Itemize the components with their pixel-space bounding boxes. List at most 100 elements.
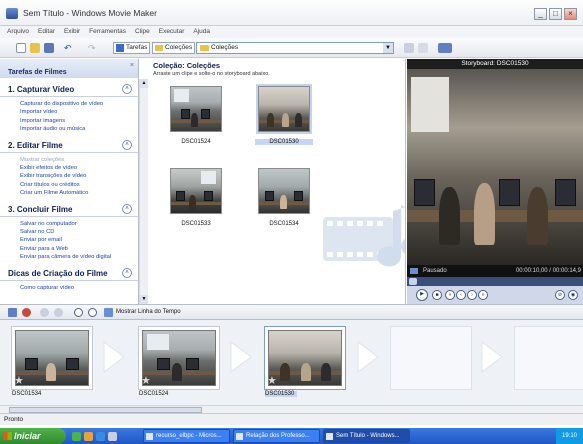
empty-storyboard-slot[interactable] [514,326,583,390]
start-button[interactable]: Iniciar [0,428,66,444]
task-link[interactable]: Enviar para câmera de vídeo digital [20,253,138,261]
up-one-level-icon[interactable] [404,43,414,53]
collection-clip[interactable]: DSC01524 [167,84,225,145]
view-options-icon[interactable] [438,43,452,53]
taskbar-task[interactable]: recurso_elbpc - Micros... [143,429,230,443]
undo-icon[interactable]: ↶ [64,43,74,53]
tasks-button[interactable]: Tarefas [113,42,151,54]
menu-exibir[interactable]: Exibir [64,28,80,35]
video-effect-star-icon[interactable]: ★ [267,376,278,387]
section-capture-header[interactable]: 1. Capturar Vídeo ˄ [0,83,138,97]
clock[interactable]: 19:10 [562,433,577,439]
section-tips-header[interactable]: Dicas de Criação do Filme ˄ [0,267,138,281]
task-link[interactable]: Exibir efeitos de vídeo [20,164,138,172]
task-link[interactable]: Enviar por email [20,236,138,244]
narrate-timeline-icon[interactable] [22,308,31,317]
task-link[interactable]: Salvar no computador [20,220,138,228]
rewind-storyboard-icon[interactable] [74,308,83,317]
task-link[interactable]: Criar títulos ou créditos [20,181,138,189]
menu-ferramentas[interactable]: Ferramentas [89,28,126,35]
zoom-in-icon[interactable] [40,308,49,317]
taskbar-task-active[interactable]: Sem Título - Windows... [323,429,410,443]
task-link[interactable]: Capturar do dispositivo de vídeo [20,100,138,108]
task-link[interactable]: Enviar para a Web [20,245,138,253]
quicklaunch-icon[interactable] [72,432,81,441]
maximize-button[interactable]: □ [549,8,562,20]
scroll-up-icon[interactable]: ▲ [140,79,148,88]
movie-tasks-panel: Tarefas de Filmes × 1. Capturar Vídeo ˄ … [0,59,139,304]
tasks-scrollbar[interactable]: ▲ ▼ [139,79,148,304]
task-link[interactable]: Importar vídeo [20,108,138,116]
chevron-down-icon[interactable]: ▼ [383,43,393,53]
menu-arquivo[interactable]: Arquivo [7,28,29,35]
redo-icon[interactable]: ↷ [88,43,98,53]
collections-button[interactable]: Coleções [152,42,196,54]
seek-bar[interactable] [407,277,583,286]
set-audio-levels-icon[interactable] [8,308,17,317]
scroll-down-icon[interactable]: ▼ [140,295,148,304]
collection-clip-selected[interactable]: DSC01530 [255,84,313,145]
play-icon[interactable]: ▶ [416,289,428,301]
task-link[interactable]: Criar um Filme Automático [20,189,138,197]
taskbar-task-label: Sem Título - Windows... [336,433,400,439]
video-effect-star-icon[interactable]: ★ [14,376,25,387]
section-finish-title: 3. Concluir Filme [8,205,72,214]
quicklaunch-icon[interactable] [96,432,105,441]
collection-hint: Arraste um clipe e solte-o no storyboard… [153,71,270,77]
transition-placeholder-icon[interactable] [229,340,253,374]
minimize-button[interactable]: _ [534,8,547,20]
collection-clip[interactable]: DSC01534 [255,166,313,227]
next-frame-icon[interactable]: › [467,290,477,300]
menu-editar[interactable]: Editar [38,28,55,35]
task-link[interactable]: Salvar no CD [20,228,138,236]
preview-monitor: Storyboard: DSC01530 Pausado 00:00:10,00… [407,59,583,304]
transition-placeholder-icon[interactable] [356,340,380,374]
collection-clip[interactable]: DSC01533 [167,166,225,227]
quicklaunch-icon[interactable] [108,432,117,441]
timeline-icon[interactable] [104,308,113,317]
taskbar-task[interactable]: Relação dos Professo... [233,429,320,443]
save-project-icon[interactable] [44,43,54,53]
transition-placeholder-icon[interactable] [480,340,504,374]
collapse-icon[interactable]: ˄ [122,267,132,278]
take-picture-icon[interactable]: ◉ [568,290,578,300]
collection-select[interactable]: Coleções ▼ [196,42,394,54]
zoom-out-icon[interactable] [54,308,63,317]
seek-handle[interactable] [409,278,417,285]
video-effect-star-icon[interactable]: ★ [141,376,152,387]
task-link[interactable]: Importar áudio ou música [20,125,138,133]
split-clip-icon[interactable]: ⊘ [555,290,565,300]
task-link[interactable]: Exibir transições de vídeo [20,172,138,180]
rewind-icon[interactable]: « [445,290,455,300]
close-button[interactable]: × [564,8,577,20]
storyboard-clip[interactable]: ★ [138,326,220,390]
collapse-icon[interactable]: ˄ [122,139,132,150]
video-person [526,186,548,246]
section-finish-header[interactable]: 3. Concluir Filme ˄ [0,203,138,217]
previous-frame-icon[interactable]: ‹ [456,290,466,300]
quicklaunch-icon[interactable] [84,432,93,441]
section-edit-header[interactable]: 2. Editar Filme ˄ [0,139,138,153]
close-icon[interactable]: × [130,62,134,69]
collapse-icon[interactable]: ˄ [122,84,132,94]
storyboard-clip-selected[interactable]: ★ [264,326,346,390]
menu-executar[interactable]: Executar [159,28,185,35]
fast-forward-icon[interactable]: » [478,290,488,300]
task-link[interactable]: Como capturar vídeo [20,284,138,292]
menu-ajuda[interactable]: Ajuda [193,28,210,35]
show-timeline-button[interactable]: Mostrar Linha do Tempo [116,309,181,315]
task-link[interactable]: Importar imagens [20,117,138,125]
transition-placeholder-icon[interactable] [102,340,126,374]
stop-icon[interactable]: ■ [432,290,442,300]
menu-clipe[interactable]: Clipe [135,28,150,35]
new-collection-folder-icon[interactable] [418,43,428,53]
classroom-photo [143,331,215,385]
collapse-icon[interactable]: ˄ [122,203,132,214]
open-project-icon[interactable] [30,43,40,53]
play-storyboard-icon[interactable] [88,308,97,317]
new-project-icon[interactable] [16,43,26,53]
storyboard-clip[interactable]: ★ [11,326,93,390]
empty-storyboard-slot[interactable] [390,326,472,390]
status-bar: Pronto [0,413,583,425]
storyboard-scrollbar[interactable] [0,405,583,413]
